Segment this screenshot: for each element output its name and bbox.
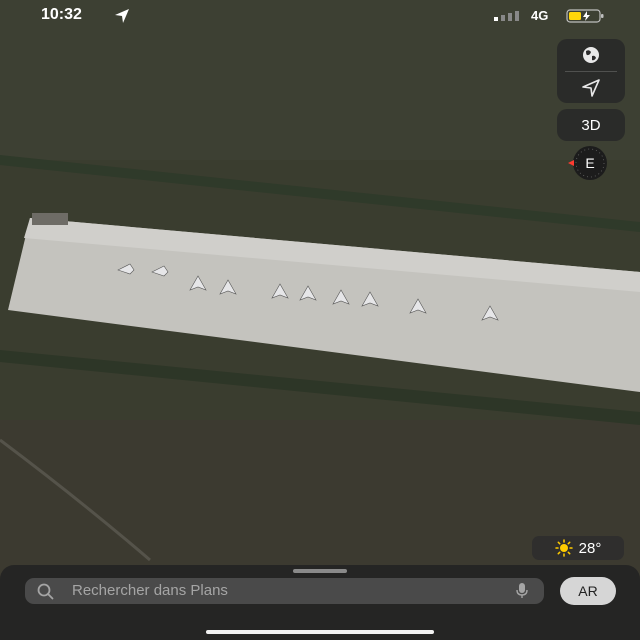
sheet-grabber[interactable] [293,569,347,573]
signal-bars-icon [494,11,519,21]
network-type: 4G [531,8,549,23]
home-indicator [206,630,434,634]
search-bar[interactable]: Rechercher dans Plans [25,578,544,604]
compass-north-marker [568,160,574,166]
status-bar: 10:32 4G [0,0,640,34]
map-mode-button[interactable] [557,39,625,71]
location-arrow-icon [115,9,129,23]
search-input[interactable]: Rechercher dans Plans [72,582,228,599]
hangar [32,213,68,225]
status-time: 10:32 [41,6,82,23]
map-controls [557,39,625,103]
globe-icon [583,47,599,63]
bottom-sheet[interactable]: Rechercher dans Plans AR [0,565,640,640]
compass-heading: E [585,155,594,171]
battery-icon [566,9,604,23]
ar-button[interactable]: AR [560,577,616,605]
search-icon [37,583,54,600]
weather-temperature: 28° [578,539,602,557]
location-arrow-icon [582,79,600,97]
sun-icon [554,539,573,557]
3d-button[interactable]: 3D [557,109,625,141]
weather-chip[interactable]: 28° [532,536,624,560]
compass-button[interactable]: E [556,146,624,180]
locate-me-button[interactable] [557,72,625,104]
microphone-icon[interactable] [516,582,528,600]
